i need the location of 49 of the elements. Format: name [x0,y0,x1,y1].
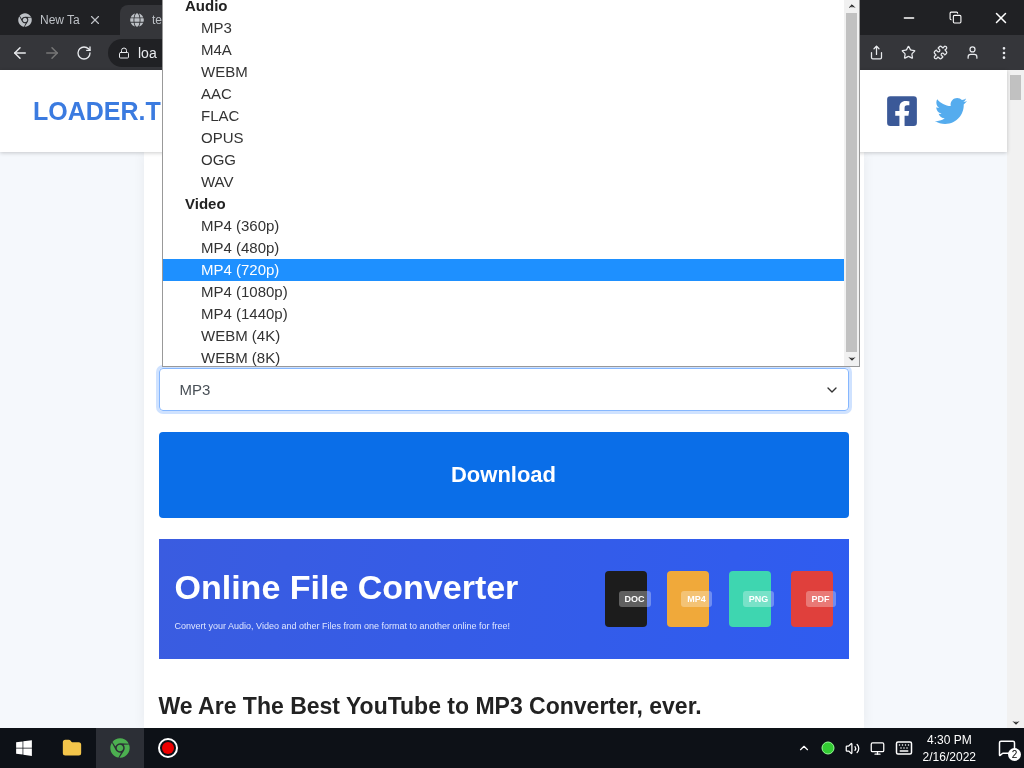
chrome-icon[interactable] [96,728,144,768]
volume-icon[interactable] [844,740,860,756]
dropdown-option[interactable]: WEBM (4K) [163,325,844,347]
chrome-icon [18,13,32,27]
network-icon[interactable] [869,740,885,756]
option-group-label: Video [184,194,227,214]
scrollbar[interactable] [1007,70,1024,728]
browser-tab[interactable]: New Ta [8,5,120,35]
clock[interactable]: 4:30 PM 2/16/2022 [922,732,976,764]
list-scrollbar[interactable] [844,0,859,366]
notifications-icon[interactable] [998,739,1016,757]
lock-icon [118,46,130,59]
dropdown-option[interactable]: MP3 [163,17,844,39]
dropdown-option[interactable]: MP4 (480p) [163,237,844,259]
restore-icon[interactable] [948,11,962,24]
site-logo[interactable]: LOADER.T [33,96,161,126]
facebook-icon[interactable] [885,94,919,128]
file-icon: PNG [728,571,771,627]
notification-count: 2 [1008,748,1021,761]
download-button[interactable]: Download [158,432,849,518]
reload-icon[interactable] [76,44,92,61]
dropdown-option[interactable]: FLAC [163,105,844,127]
dropdown-option[interactable]: AAC [163,83,844,105]
dropdown-option[interactable]: MP4 (1440p) [163,303,844,325]
scroll-down-icon[interactable] [846,354,857,364]
globe-icon [130,13,144,27]
keyboard-icon[interactable] [894,739,913,757]
dropdown-option[interactable]: MP4 (1080p) [163,281,844,303]
format-select[interactable]: MP3 [158,368,849,411]
scroll-down-icon[interactable] [1010,718,1021,728]
scroll-up-icon[interactable] [846,1,857,11]
dropdown-option[interactable]: MP4 (360p) [163,215,844,237]
banner-title: Online File Converter [174,567,520,607]
dropdown-option[interactable]: WEBM (8K) [163,347,844,369]
dropdown-option[interactable]: WAV [163,171,844,193]
scrollbar-thumb[interactable] [846,13,857,352]
dropdown-option[interactable]: M4A [163,39,844,61]
file-icon: PDF [790,571,833,627]
option-group-label: Audio [184,0,229,16]
status-icon[interactable] [820,741,835,755]
dropdown-option[interactable]: OPUS [163,127,844,149]
scrollbar-thumb[interactable] [1010,75,1021,100]
windows-icon[interactable] [15,739,33,757]
banner-subtitle: Convert your Audio, Video and other Files from one format to another online for free! [174,620,512,631]
banner[interactable]: Online File Converter Convert your Audio, Video and other Files from one format to another online for free! DOC MP4 PNG PDF [158,539,849,659]
file-icon: MP4 [666,571,709,627]
page-heading: We Are The Best YouTube to MP3 Converter, ever. [158,693,703,720]
dropdown-option[interactable]: OGG [163,149,844,171]
dropdown-option[interactable]: WEBM [163,61,844,83]
